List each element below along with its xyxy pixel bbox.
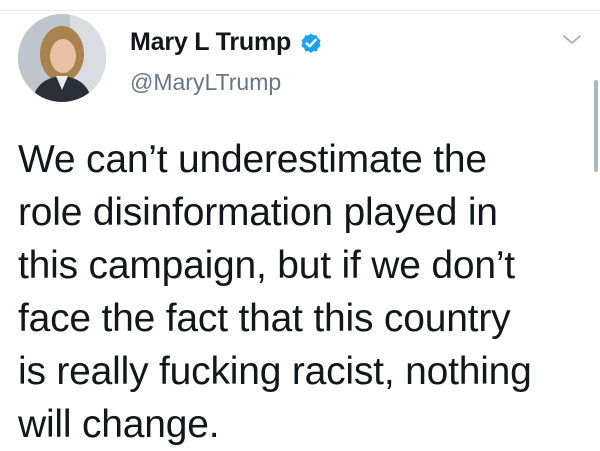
name-row: Mary L Trump (130, 28, 323, 57)
tweet-text: We can’t underestimate the role disinfor… (18, 133, 578, 451)
tweet-text-line: is really fucking racist, nothing (18, 350, 532, 393)
avatar[interactable] (18, 14, 106, 102)
tweet-text-line: face the fact that this country (18, 297, 511, 340)
verified-badge-icon (299, 31, 323, 55)
author-display-name[interactable]: Mary L Trump (130, 28, 291, 57)
profile-photo-icon (18, 14, 106, 102)
tweet-text-line: role disinformation played in (18, 191, 498, 234)
tweet-text-line: We can’t underestimate the (18, 138, 487, 181)
top-divider (0, 0, 600, 11)
tweet-text-line: this campaign, but if we don’t (18, 244, 515, 287)
tweet-header: Mary L Trump @MaryLTrump (18, 14, 588, 108)
tweet-text-line: will change. (18, 403, 220, 446)
author-handle[interactable]: @MaryLTrump (130, 69, 281, 96)
scrollbar[interactable] (594, 80, 598, 172)
chevron-down-icon[interactable] (560, 32, 584, 48)
